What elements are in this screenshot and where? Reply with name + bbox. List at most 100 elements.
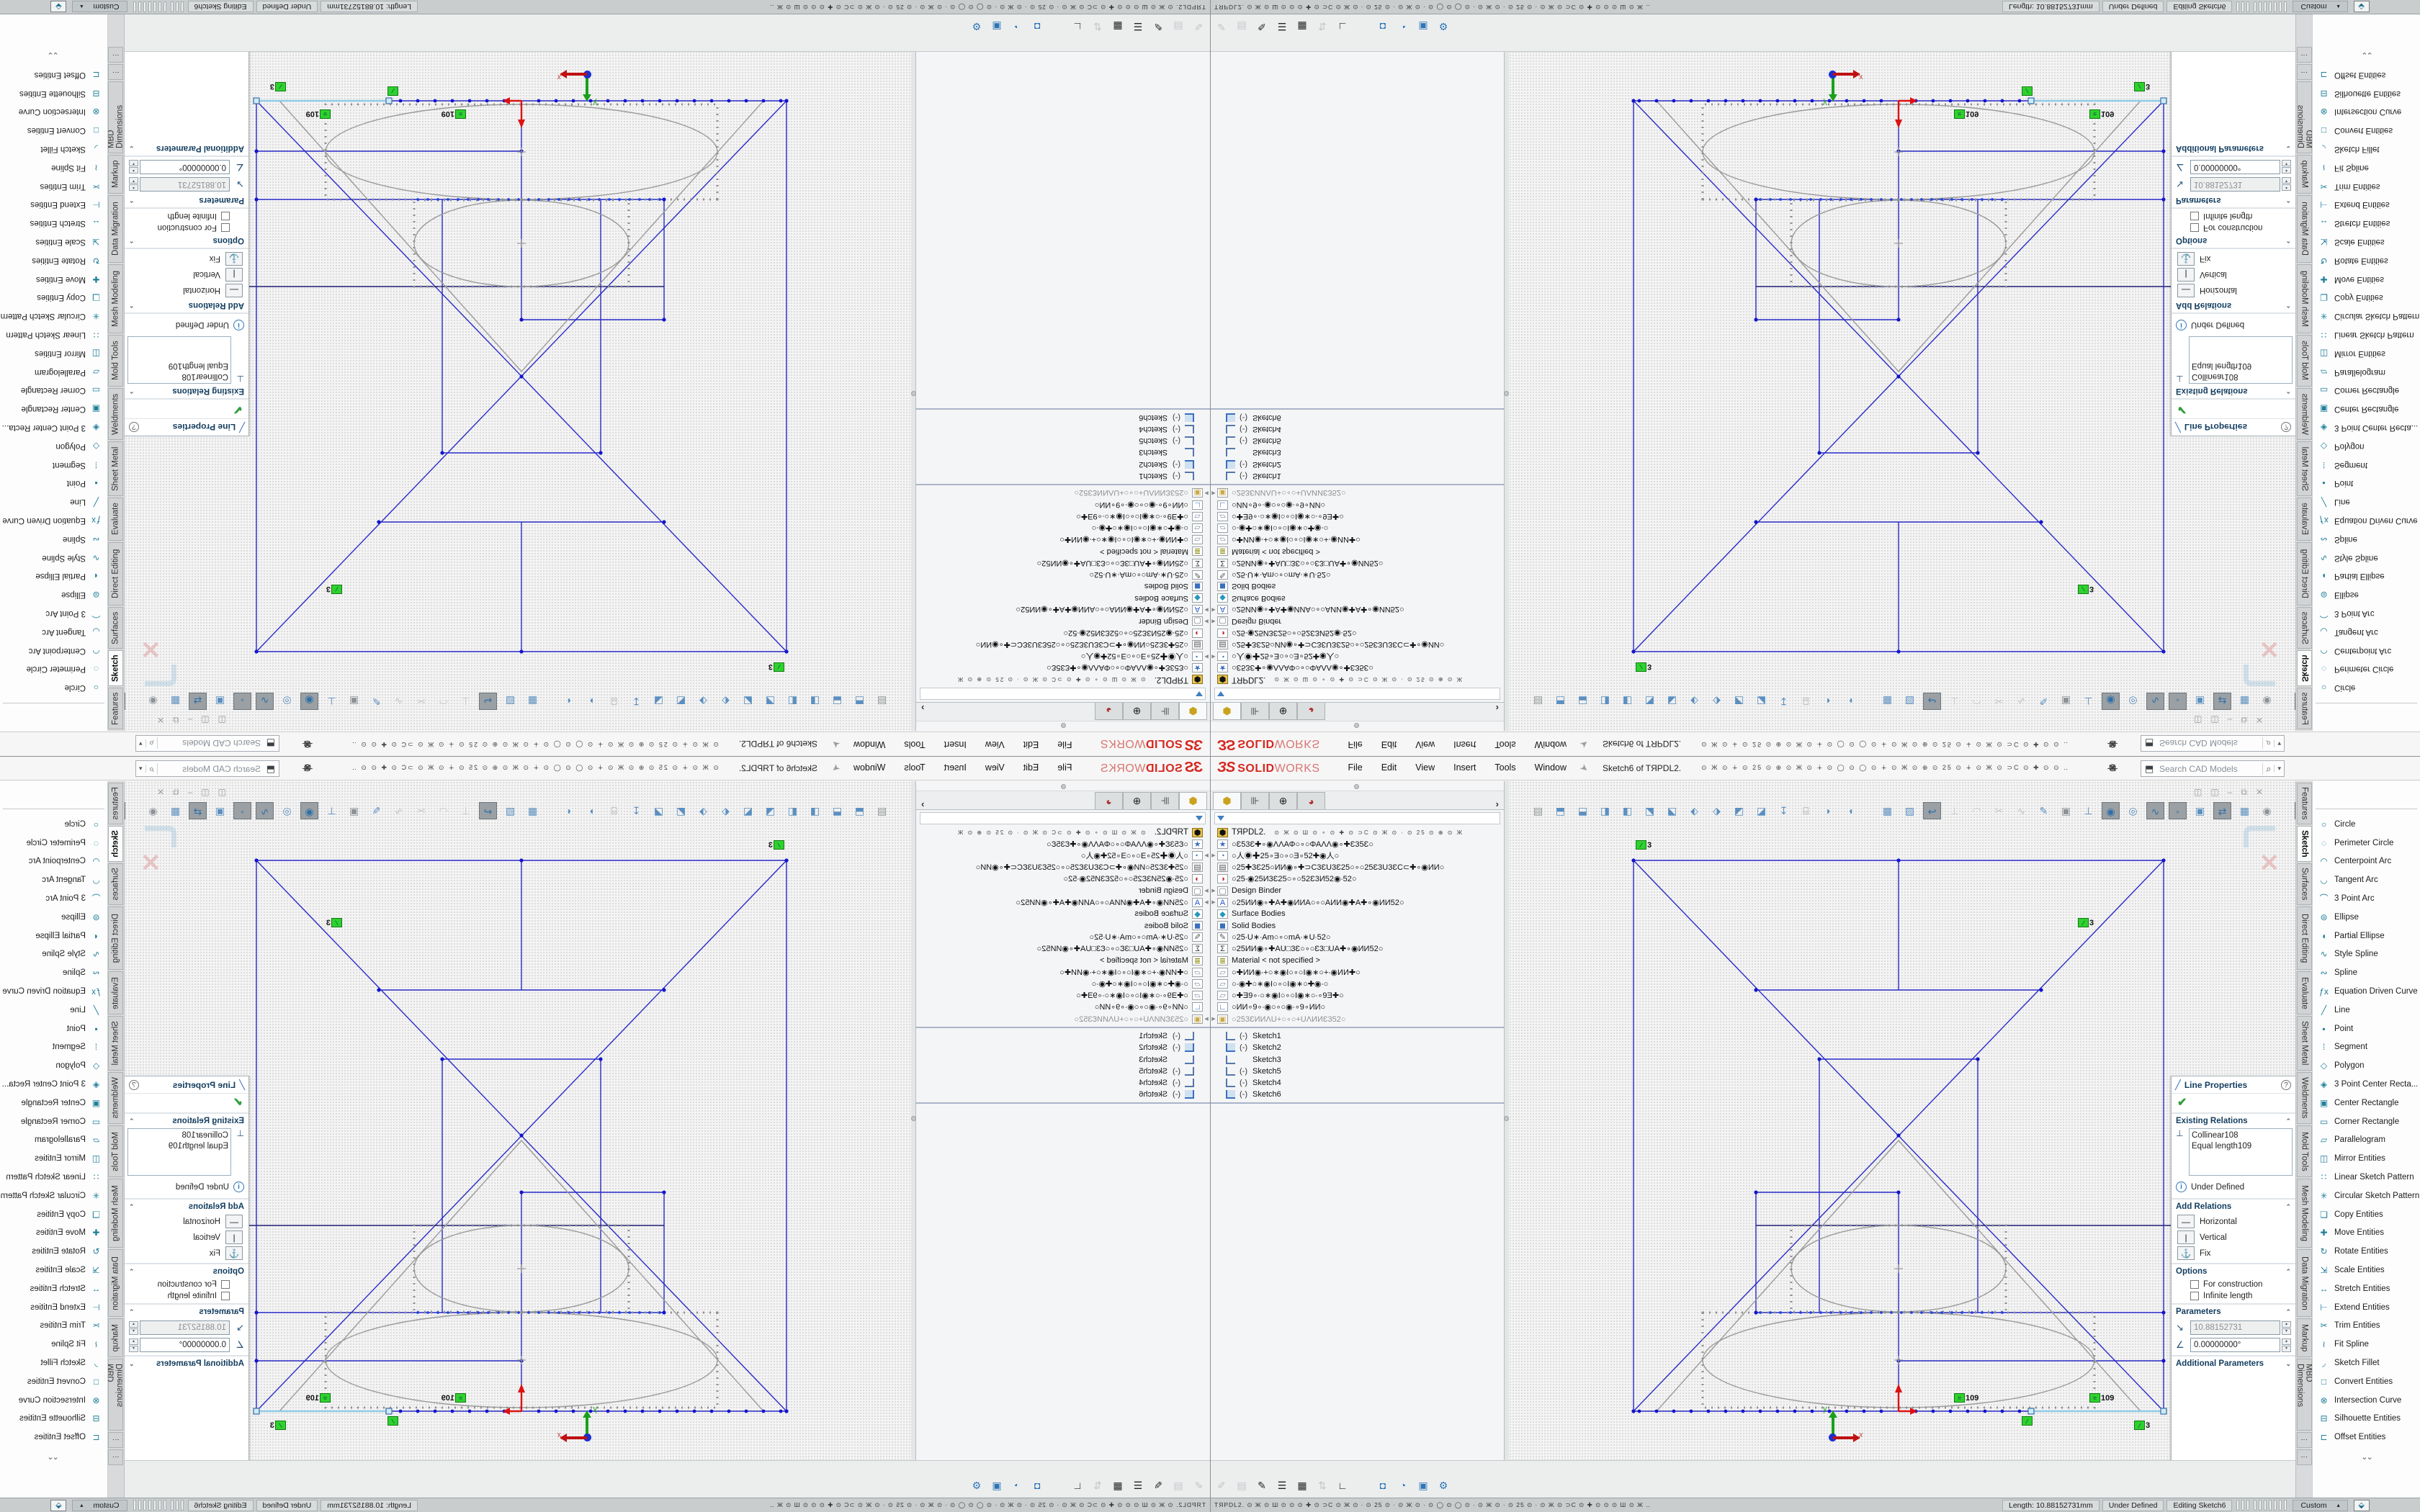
help-icon[interactable]: ? — [129, 423, 139, 433]
tree-item-origin[interactable]: ∟ ○ИИ∘9∘∙◉○∘○◉∙∘9∘ИИ○ — [915, 499, 1210, 510]
splitter-handle[interactable] — [1061, 784, 1066, 789]
commandmanager-tab[interactable]: Data Migration — [108, 1249, 123, 1317]
commandmanager-tab[interactable]: Sheet Metal — [2297, 1016, 2312, 1071]
relation-badge-parallel[interactable]: ∕ — [387, 1416, 398, 1426]
tab-configurationmanager[interactable]: ⊕ — [1269, 703, 1297, 720]
commandmanager-tab[interactable]: Sheet Metal — [2297, 441, 2312, 496]
commandmanager-tab[interactable]: Data Migration — [108, 195, 123, 263]
more-tools-icon[interactable]: ⌄⌄ — [0, 1452, 107, 1462]
checkbox[interactable] — [221, 212, 230, 220]
tree-item-right-plane[interactable]: ▱ ○✚Ǝ9∘∙○∗◉I○∘○I◉∗○∙∘9Ǝ✚○ — [1210, 510, 1505, 522]
tool-item[interactable]: ◖ Partial Ellipse — [2313, 567, 2420, 585]
tool-item[interactable]: ⊏ Offset Entities — [0, 1428, 107, 1446]
Sketch5[interactable]: (-) Sketch5 — [1210, 1066, 1505, 1077]
Sketch1[interactable]: (-) Sketch1 — [915, 1030, 1210, 1042]
Sketch5[interactable]: (-) Sketch5 — [915, 1066, 1210, 1077]
tool-item[interactable]: ╱ Line — [0, 492, 107, 511]
relation-badge-collinear[interactable]: ∕3 — [1636, 662, 1652, 672]
tree-item-sensors[interactable]: ▶ ◔ ○人◉✚25∘Ǝ○∘○Ǝ∘52✚◉人○ — [915, 850, 1210, 861]
tree-item-annotations[interactable]: ▶ A ○25ИИ◉∘✚Α✚◉ИИΑ○∘○ΑИИ◉✚Α✚∘◉ИИ52○ — [1210, 896, 1505, 908]
expand-icon[interactable]: ▶ — [1203, 607, 1210, 613]
relation-badge-equal[interactable]: =109 — [1954, 1393, 1978, 1403]
tree-item-material[interactable]: ≣ Material < not specified > — [915, 546, 1210, 557]
angle-spinner[interactable]: ▴▾ — [129, 1338, 138, 1352]
collapse-icon[interactable]: ⌃ — [2285, 1203, 2291, 1211]
bottom-toolbar-icon[interactable]: ▤ — [1233, 19, 1250, 35]
commandmanager-tab[interactable]: ⋮ — [2297, 1432, 2312, 1448]
expand-icon[interactable]: ▶ — [1210, 654, 1217, 660]
tool-item[interactable]: ∿ Style Spline — [2313, 549, 2420, 567]
commandmanager-tab[interactable]: Evaluate — [108, 498, 123, 541]
option-checkbox[interactable]: For construction — [2190, 223, 2290, 232]
tool-item[interactable]: ◌ Perimeter Circle — [0, 660, 107, 678]
tool-item[interactable]: ◠ Centerpoint Arc — [2313, 852, 2420, 871]
tree-item-equations[interactable]: Σ ○25ИИ◉∘✚ΑU□3Ɛ○∘○Ɛ3□UΑ✚∘◉ИИ52○ — [915, 943, 1210, 955]
bottom-toolbar-icon[interactable]: ⇅ — [1314, 1477, 1331, 1493]
tool-item[interactable]: ◡ Tangent Arc — [0, 870, 107, 889]
commandmanager-tab[interactable]: Direct Editing — [108, 906, 123, 970]
bottom-toolbar-icon[interactable]: ✐ — [1190, 1477, 1207, 1493]
commandmanager-tab[interactable]: ⋮ — [2297, 47, 2312, 63]
tool-item[interactable]: ✳ Circular Sketch Pattern — [2313, 307, 2420, 325]
menu-item[interactable]: Edit — [1014, 732, 1049, 756]
tool-item[interactable]: ∿ Style Spline — [2313, 945, 2420, 964]
commandmanager-tab[interactable]: Mold Tools — [2297, 1125, 2312, 1177]
menu-item[interactable]: Edit — [1014, 756, 1049, 780]
tool-item[interactable]: ⊟ Silhouette Entities — [2313, 84, 2420, 103]
tool-item[interactable]: ⊗ Intersection Curve — [2313, 103, 2420, 122]
tool-item[interactable]: ○ Circle — [2313, 678, 2420, 697]
bottom-toolbar-icon[interactable] — [1049, 1477, 1066, 1493]
tool-item[interactable]: ▣ Center Rectangle — [0, 1094, 107, 1112]
tool-item[interactable]: ◡ Tangent Arc — [2313, 870, 2420, 889]
tool-item[interactable]: ▱ Parallelogram — [0, 1131, 107, 1150]
tree-item-top-plane[interactable]: ▱ ○∙◉✚○∗◉I○∘○I◉∗○✚◉∙○ — [1210, 978, 1505, 989]
tool-item[interactable]: ⊟ Silhouette Entities — [0, 84, 107, 103]
tree-item-sensors[interactable]: ▶ ◔ ○人◉✚25∘Ǝ○∘○Ǝ∘52✚◉人○ — [915, 650, 1210, 662]
relation-badge-collinear[interactable]: ∕3 — [2078, 918, 2094, 927]
tree-item-locked-folder[interactable]: ▶ ▣ ○253ƐИИΛU+○∘○+UΛИИƐ352○ — [915, 487, 1210, 499]
panel-graphics-splitter[interactable] — [911, 52, 916, 731]
collapse-icon[interactable]: ⌃ — [2285, 197, 2291, 204]
tool-item[interactable]: ❏ Copy Entities — [0, 288, 107, 307]
tool-item[interactable]: ⊟ Silhouette Entities — [2313, 1410, 2420, 1428]
tool-item[interactable]: ⊜ Ellipse — [0, 585, 107, 604]
tag-icon[interactable]: ⬙ — [2354, 1500, 2370, 1511]
add-relation-button[interactable]: ⚓ Fix — [130, 252, 243, 266]
tool-item[interactable]: ✂ Trim Entities — [0, 177, 107, 196]
splitter-handle[interactable] — [1504, 1116, 1509, 1121]
commandmanager-tab[interactable]: Surfaces — [2297, 863, 2312, 905]
tree-item-origin[interactable]: ∟ ○ИИ∘9∘∙◉○∘○◉∙∘9∘ИИ○ — [1210, 499, 1505, 510]
angle-field[interactable]: 0.00000000° — [2190, 160, 2280, 174]
tool-item[interactable]: ≀ Fit Spline — [0, 158, 107, 177]
menu-item[interactable]: View — [1406, 732, 1444, 756]
tool-item[interactable]: ◞ Sketch Fillet — [2313, 140, 2420, 158]
commandmanager-tab[interactable]: Direct Editing — [2297, 906, 2312, 970]
search-input[interactable]: Search CAD Models — [2159, 739, 2238, 749]
bottom-toolbar-icon[interactable]: ☰ — [1273, 19, 1291, 35]
bottom-toolbar-icon[interactable]: ✎ — [1150, 19, 1167, 35]
tree-item-markups[interactable]: ◑ ○25∙◉25И3Ɛ25○∘○52Ɛ3И52◉∙52○ — [915, 873, 1210, 885]
tool-item[interactable]: ↔ Stretch Entities — [0, 214, 107, 233]
ok-button[interactable]: ✔ — [2177, 1095, 2295, 1110]
tab-displaymanager[interactable]: ◕ — [1297, 703, 1325, 720]
collapse-icon[interactable]: ⌃ — [129, 302, 135, 310]
expand-icon[interactable]: ▶ — [1210, 490, 1217, 496]
tree-root[interactable]: ⬢ TЯPDL2. ⊙ Ж ⊙ Ш ⊙ ∘ ⊙ ✚ ⊙ ⊃C ⊙ Ж ⊙ ∙ ⊙… — [915, 674, 1210, 685]
more-tools-icon[interactable]: ⌄⌄ — [0, 50, 107, 60]
commandmanager-tab[interactable]: Sheet Metal — [108, 441, 123, 496]
add-relation-button[interactable]: | Vertical — [130, 268, 243, 282]
relation-badge-equal[interactable]: =109 — [306, 1393, 331, 1403]
expand-icon[interactable]: ▶ — [1203, 618, 1210, 624]
tool-item[interactable]: ◞ Sketch Fillet — [0, 1354, 107, 1372]
relation-badge-equal[interactable]: =109 — [2089, 109, 2114, 119]
tool-item[interactable]: ▱ Parallelogram — [2313, 363, 2420, 382]
tree-item-solid-bodies[interactable]: ◼ Solid Bodies — [1210, 920, 1505, 932]
help-icon[interactable]: ? — [2281, 423, 2291, 433]
angle-field[interactable]: 0.00000000° — [140, 1338, 230, 1352]
collapse-icon[interactable]: ⌃ — [129, 387, 135, 395]
search-icon[interactable]: ⌕ — [146, 763, 158, 775]
splitter-handle[interactable] — [911, 1116, 916, 1121]
splitter-handle[interactable] — [1354, 784, 1359, 789]
menu-item[interactable]: Tools — [1485, 732, 1525, 756]
commandmanager-tab[interactable]: Weldments — [108, 1072, 123, 1124]
